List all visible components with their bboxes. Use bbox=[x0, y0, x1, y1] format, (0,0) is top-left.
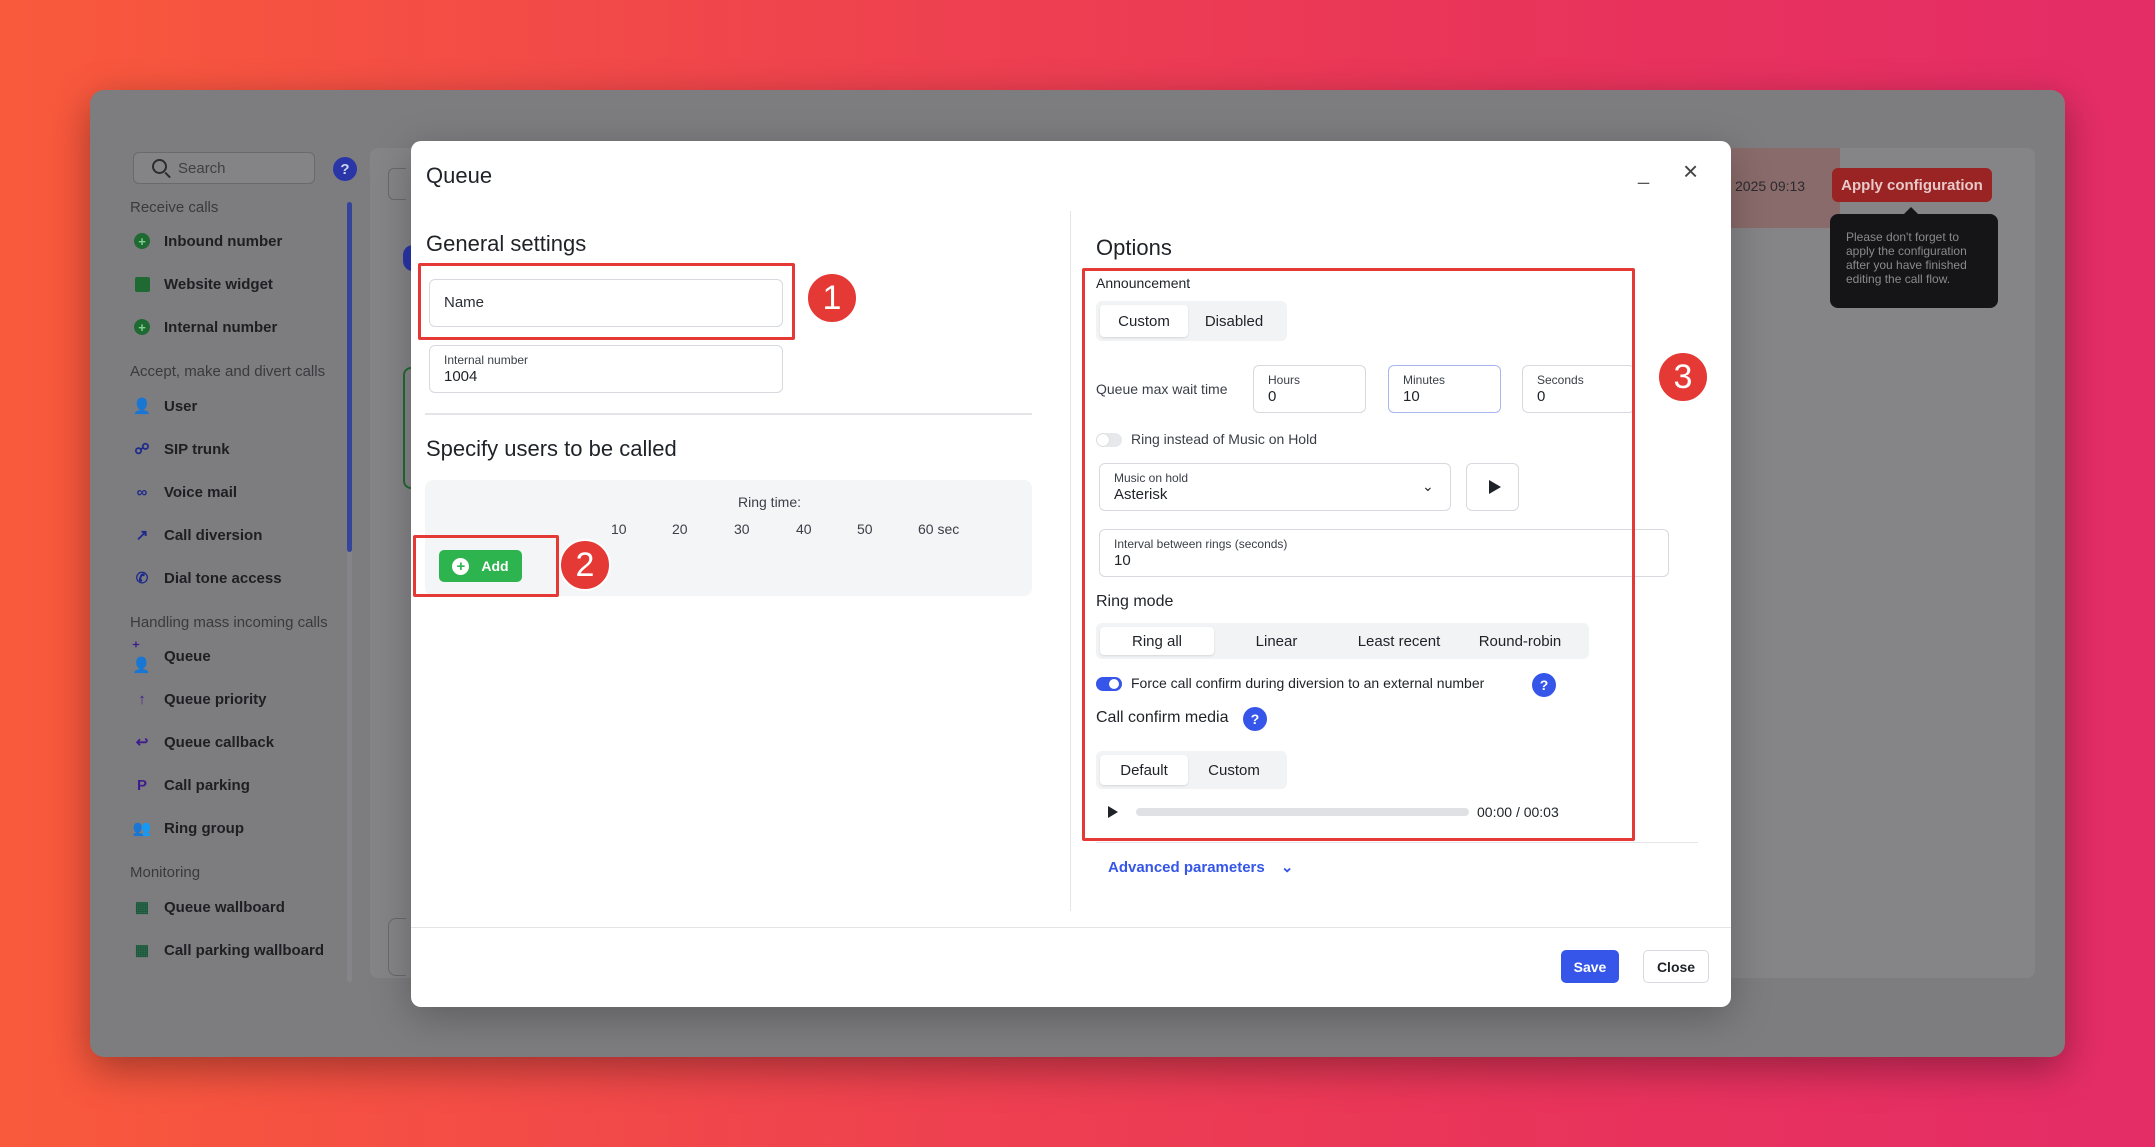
apply-reminder-tooltip: Please don't forget to apply the configu… bbox=[1830, 207, 1998, 308]
minimize-icon[interactable]: _ bbox=[1638, 163, 1649, 186]
options-divider bbox=[1096, 842, 1698, 843]
sidebar-item-label: User bbox=[164, 397, 198, 415]
internal-number-label: Internal number bbox=[444, 353, 529, 367]
voicemail-icon: ∞ bbox=[136, 483, 148, 501]
internal-number-field[interactable]: Internal number 1004 bbox=[429, 345, 783, 393]
search-placeholder: Search bbox=[178, 159, 226, 177]
sidebar-item-queue-priority[interactable]: ↑ Queue priority bbox=[132, 687, 267, 711]
internal-number-value: 1004 bbox=[444, 368, 478, 385]
sidebar-item-ring-group[interactable]: 👥 Ring group bbox=[132, 816, 244, 840]
sidebar-item-label: Dial tone access bbox=[164, 569, 282, 587]
sidebar-search-input[interactable]: Search bbox=[133, 152, 315, 184]
sidebar-item-label: Queue wallboard bbox=[164, 898, 285, 916]
specify-users-heading: Specify users to be called bbox=[426, 436, 677, 461]
sidebar-item-label: Website widget bbox=[164, 275, 273, 293]
annotation-box-3 bbox=[1082, 268, 1635, 841]
ring-tick: 20 bbox=[672, 521, 688, 537]
wallboard-icon: ▦ bbox=[134, 899, 150, 916]
sidebar-item-user[interactable]: 👤 User bbox=[132, 394, 198, 418]
ring-tick: 60 sec bbox=[918, 521, 960, 537]
sidebar-item-label: Queue bbox=[164, 647, 211, 665]
sidebar-scrollbar[interactable] bbox=[347, 202, 352, 552]
sidebar-item-label: SIP trunk bbox=[164, 440, 230, 458]
section-monitoring: Monitoring bbox=[130, 864, 201, 881]
sidebar-item-voice-mail[interactable]: ∞ Voice mail bbox=[132, 480, 237, 504]
sidebar-item-label: Internal number bbox=[164, 318, 278, 336]
advanced-parameters-link[interactable]: Advanced parameters ⌄ bbox=[1108, 858, 1294, 876]
annotation-badge-1: 1 bbox=[806, 272, 858, 324]
sidebar-item-label: Call parking bbox=[164, 776, 250, 794]
section-receive-calls: Receive calls bbox=[130, 199, 219, 216]
ring-time-label: Ring time: bbox=[738, 494, 802, 510]
footer-divider bbox=[411, 927, 1731, 928]
group-icon: 👥 bbox=[132, 820, 152, 837]
column-divider bbox=[1070, 211, 1071, 911]
queue-dialog: Queue _ × General settings Name 1 Intern… bbox=[411, 141, 1731, 1007]
close-button[interactable]: Close bbox=[1643, 950, 1709, 983]
sip-trunk-icon: ☍ bbox=[134, 441, 150, 458]
backdrop-panel bbox=[388, 918, 406, 976]
sidebar-item-label: Call diversion bbox=[164, 526, 263, 544]
options-heading: Options bbox=[1096, 235, 1172, 260]
sidebar-item-internal-number[interactable]: + Internal number bbox=[132, 315, 277, 339]
parking-icon: P bbox=[136, 776, 147, 794]
widget-icon bbox=[132, 274, 152, 294]
sidebar-item-queue[interactable]: ⁺👤 Queue bbox=[132, 639, 211, 674]
section-accept-calls: Accept, make and divert calls bbox=[130, 363, 326, 380]
general-settings-heading: General settings bbox=[426, 231, 587, 256]
apply-configuration-button[interactable]: Apply configuration bbox=[1832, 168, 1992, 202]
annotation-box-2 bbox=[413, 535, 559, 597]
sidebar-item-website-widget[interactable]: Website widget bbox=[132, 272, 273, 296]
backdrop-field bbox=[388, 168, 406, 200]
section-mass-calls: Handling mass incoming calls bbox=[130, 614, 328, 631]
sidebar-item-call-parking[interactable]: P Call parking bbox=[132, 773, 250, 797]
annotation-box-1 bbox=[418, 263, 795, 340]
reply-all-icon: ↩ bbox=[135, 734, 149, 751]
ring-tick: 30 bbox=[734, 521, 750, 537]
dialog-title: Queue bbox=[426, 163, 493, 188]
sidebar-item-label: Call parking wallboard bbox=[164, 941, 325, 959]
sidebar-item-label: Queue priority bbox=[164, 690, 267, 708]
sidebar-item-label: Voice mail bbox=[164, 483, 238, 501]
sidebar-item-call-diversion[interactable]: ↗ Call diversion bbox=[132, 523, 263, 547]
close-icon[interactable]: × bbox=[1683, 158, 1698, 184]
queue-icon: ⁺👤 bbox=[132, 639, 151, 674]
sidebar-item-inbound-number[interactable]: + Inbound number bbox=[132, 229, 282, 253]
plus-circle-icon: + bbox=[134, 233, 150, 249]
diversion-icon: ↗ bbox=[135, 527, 149, 544]
phone-icon: ✆ bbox=[135, 570, 149, 587]
annotation-badge-2: 2 bbox=[559, 539, 611, 591]
sidebar-item-label: Inbound number bbox=[164, 232, 283, 250]
save-button[interactable]: Save bbox=[1561, 950, 1619, 983]
last-saved-date: 2025 09:13 bbox=[1735, 178, 1806, 194]
help-icon[interactable]: ? bbox=[333, 157, 357, 181]
sidebar-item-dial-tone-access[interactable]: ✆ Dial tone access bbox=[132, 566, 282, 590]
sidebar-item-call-parking-wallboard[interactable]: ▦ Call parking wallboard bbox=[132, 938, 324, 962]
sidebar-item-label: Ring group bbox=[164, 819, 244, 837]
chevron-down-icon: ⌄ bbox=[1280, 859, 1294, 876]
sidebar-item-queue-callback[interactable]: ↩ Queue callback bbox=[132, 730, 274, 754]
plus-circle-icon: + bbox=[134, 319, 150, 335]
sidebar-item-queue-wallboard[interactable]: ▦ Queue wallboard bbox=[132, 895, 285, 919]
sidebar-item-sip-trunk[interactable]: ☍ SIP trunk bbox=[132, 437, 230, 461]
section-divider bbox=[425, 413, 1032, 415]
annotation-badge-3: 3 bbox=[1657, 351, 1709, 403]
sidebar-item-label: Queue callback bbox=[164, 733, 275, 751]
ring-tick: 10 bbox=[611, 521, 627, 537]
arrow-up-icon: ↑ bbox=[138, 690, 146, 708]
ring-tick: 40 bbox=[796, 521, 812, 537]
user-icon: 👤 bbox=[132, 398, 152, 415]
wallboard-icon: ▦ bbox=[134, 942, 150, 959]
search-icon bbox=[152, 159, 167, 174]
ring-tick: 50 bbox=[857, 521, 873, 537]
advanced-label: Advanced parameters bbox=[1108, 859, 1265, 876]
